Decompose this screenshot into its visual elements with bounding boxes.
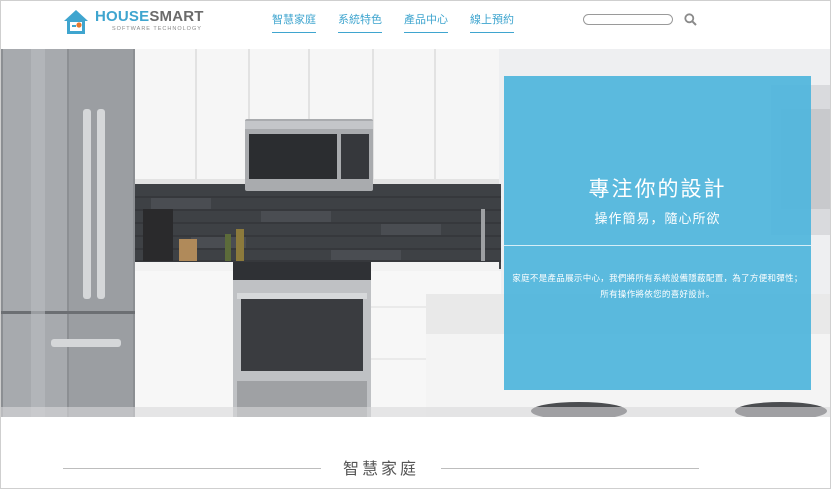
hero-divider <box>504 245 811 246</box>
section-title: 智慧家庭 <box>342 459 419 478</box>
nav-item-features[interactable]: 系統特色 <box>338 13 382 33</box>
brand-name-part2: SMART <box>149 8 204 25</box>
hero-description: 家庭不是產品展示中心，我們將所有系統設備隱蔽配置，為了方便和彈性；所有操作將依您… <box>512 274 803 300</box>
brand-name: HOUSESMART <box>95 8 204 26</box>
nav-item-booking[interactable]: 線上預約 <box>470 13 514 33</box>
hero-banner: 專注你的設計 操作簡易，隨心所欲 家庭不是產品展示中心，我們將所有系統設備隱蔽配… <box>1 49 830 417</box>
nav-item-products[interactable]: 產品中心 <box>404 13 448 33</box>
search-input[interactable] <box>583 14 673 25</box>
nav-item-smart-home[interactable]: 智慧家庭 <box>272 13 316 33</box>
search-icon[interactable] <box>684 13 697 26</box>
brand-name-part1: HOUSE <box>95 8 150 25</box>
site-header: HOUSESMART SOFTWARE TECHNOLOGY 智慧家庭 系統特色… <box>1 1 830 49</box>
section-divider-right <box>441 468 699 469</box>
hero-title: 專注你的設計 <box>588 177 727 201</box>
brand-tagline: SOFTWARE TECHNOLOGY <box>112 26 202 32</box>
brand-logo[interactable]: HOUSESMART SOFTWARE TECHNOLOGY <box>63 8 204 35</box>
main-nav: 智慧家庭 系統特色 產品中心 線上預約 <box>272 13 536 33</box>
hero-subtitle: 操作簡易，隨心所欲 <box>594 212 721 227</box>
section-divider-left <box>63 468 321 469</box>
hero-overlay-panel: 專注你的設計 操作簡易，隨心所欲 家庭不是產品展示中心，我們將所有系統設備隱蔽配… <box>504 76 811 390</box>
house-logo-icon <box>64 10 88 34</box>
